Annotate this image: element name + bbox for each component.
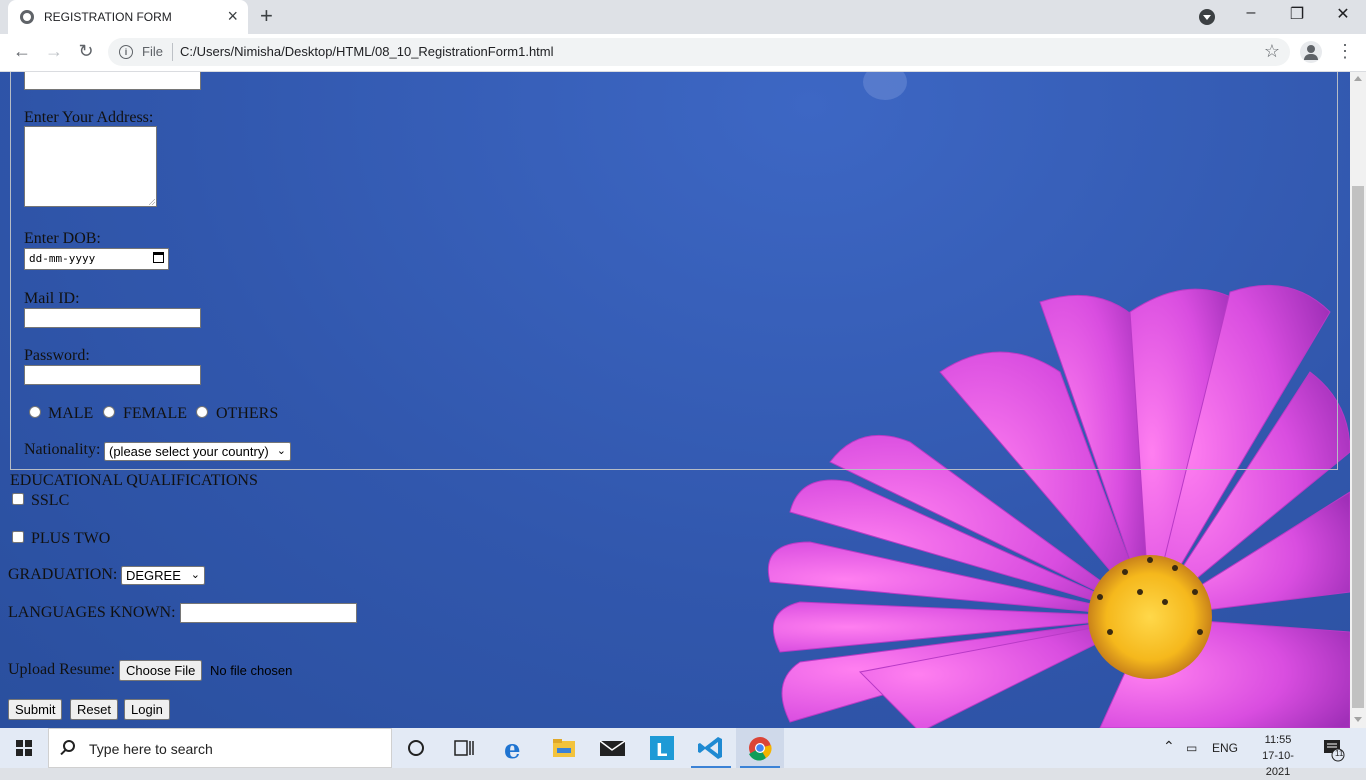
menu-kebab-icon[interactable]: ⋮	[1336, 42, 1354, 60]
languages-label: LANGUAGES KNOWN:	[8, 604, 176, 621]
mail-icon[interactable]	[588, 728, 636, 768]
info-icon[interactable]: i	[119, 45, 133, 59]
no-file-text: No file chosen	[210, 663, 293, 678]
url-text[interactable]: C:/Users/Nimisha/Desktop/HTML/08_10_Regi…	[180, 44, 554, 59]
personal-details-fieldset	[10, 72, 1338, 470]
page-viewport: Enter Your Address: Enter DOB: dd-mm-yyy…	[0, 72, 1350, 728]
svg-text:e: e	[504, 735, 521, 765]
education-heading: EDUCATIONAL QUALIFICATIONS	[10, 472, 258, 489]
new-tab-button[interactable]: +	[260, 5, 273, 27]
windows-logo-icon	[16, 740, 32, 756]
scroll-up-icon[interactable]	[1354, 76, 1362, 81]
show-hidden-icons-chevron-icon[interactable]: ⌃	[1163, 738, 1175, 755]
globe-icon	[20, 10, 34, 24]
resume-label: Upload Resume:	[8, 661, 116, 678]
forward-icon[interactable]: →	[42, 41, 66, 62]
address-label: Enter Your Address:	[24, 109, 154, 126]
action-center-icon[interactable]: 11	[1310, 728, 1350, 768]
vscode-icon[interactable]	[687, 728, 735, 768]
svg-text:L: L	[656, 740, 667, 761]
languages-input[interactable]	[180, 603, 357, 623]
resize-grip-icon[interactable]	[149, 199, 155, 205]
choose-file-button[interactable]: Choose File	[119, 660, 203, 681]
notification-count: 11	[1335, 749, 1344, 758]
chevron-down-icon: ⌄	[276, 445, 286, 457]
page-scrollbar[interactable]	[1350, 72, 1366, 728]
gender-others-label: OTHERS	[216, 405, 279, 422]
close-window-button[interactable]: ✕	[1320, 4, 1366, 24]
cortana-icon[interactable]	[392, 728, 440, 768]
browser-tab[interactable]: REGISTRATION FORM ×	[8, 0, 248, 34]
sslc-label: SSLC	[31, 492, 70, 509]
windows-start-button[interactable]	[0, 728, 48, 768]
checkbox-plus-two[interactable]	[12, 531, 24, 543]
scroll-down-icon[interactable]	[1354, 717, 1362, 722]
graduation-value: DEGREE	[126, 568, 181, 583]
nationality-value: (please select your country)	[109, 444, 269, 459]
restore-button[interactable]: ❐	[1274, 4, 1320, 24]
taskbar-search-placeholder: Type here to search	[89, 741, 213, 757]
profile-avatar-icon[interactable]	[1300, 41, 1322, 63]
minimize-button[interactable]: –	[1228, 4, 1274, 22]
address-bar[interactable]: i File C:/Users/Nimisha/Desktop/HTML/08_…	[108, 38, 1290, 66]
edge-browser-icon[interactable]: e	[490, 728, 538, 768]
language-indicator[interactable]: ENG	[1212, 741, 1238, 755]
url-divider	[172, 43, 173, 61]
reload-icon[interactable]: ↻	[74, 41, 98, 62]
nationality-select[interactable]: (please select your country) ⌄	[104, 442, 291, 461]
calendar-icon[interactable]	[153, 252, 164, 263]
graduation-label: GRADUATION:	[8, 566, 118, 583]
mail-input[interactable]	[24, 308, 201, 328]
chrome-icon[interactable]	[736, 728, 784, 768]
mail-label: Mail ID:	[24, 290, 80, 307]
taskbar: Type here to search e L ⌃ ▭ ENG 11:55 17…	[0, 728, 1366, 778]
nationality-label: Nationality:	[24, 441, 101, 458]
password-label: Password:	[24, 347, 90, 364]
gender-male-label: MALE	[48, 405, 94, 422]
plus-two-label: PLUS TWO	[31, 530, 111, 547]
taskbar-clock[interactable]: 11:55 17-10-2021	[1258, 732, 1298, 780]
dob-placeholder: dd-mm-yyyy	[29, 252, 96, 265]
address-textarea[interactable]	[24, 126, 157, 207]
network-icon[interactable]: ▭	[1186, 741, 1197, 755]
radio-female[interactable]	[103, 406, 115, 418]
radio-others[interactable]	[196, 406, 208, 418]
dob-input[interactable]: dd-mm-yyyy	[24, 248, 169, 270]
task-view-icon[interactable]	[440, 728, 488, 768]
taskbar-search-box[interactable]: Type here to search	[48, 728, 392, 768]
clock-date: 17-10-2021	[1262, 750, 1294, 778]
name-input[interactable]	[24, 72, 201, 90]
reset-button[interactable]: Reset	[70, 699, 118, 720]
close-tab-icon[interactable]: ×	[227, 7, 238, 25]
graduation-select[interactable]: DEGREE ⌄	[121, 566, 205, 585]
tab-strip: REGISTRATION FORM × + – ❐ ✕	[0, 0, 1366, 34]
clock-time: 11:55	[1264, 734, 1292, 746]
url-scheme-label: File	[142, 44, 163, 59]
submit-button[interactable]: Submit	[8, 699, 63, 720]
gender-female-label: FEMALE	[123, 405, 187, 422]
browser-toolbar: ← → ↻ i File C:/Users/Nimisha/Desktop/HT…	[0, 34, 1366, 72]
back-icon[interactable]: ←	[10, 41, 34, 62]
search-icon	[63, 740, 75, 752]
tab-title: REGISTRATION FORM	[44, 10, 172, 24]
radio-male[interactable]	[29, 406, 41, 418]
file-explorer-icon[interactable]	[540, 728, 588, 768]
bookmark-star-icon[interactable]: ☆	[1264, 41, 1280, 62]
login-button[interactable]: Login	[124, 699, 170, 720]
password-input[interactable]	[24, 365, 201, 385]
l-app-icon[interactable]: L	[638, 728, 686, 768]
checkbox-sslc[interactable]	[12, 493, 24, 505]
scrollbar-thumb[interactable]	[1352, 186, 1364, 708]
chevron-down-icon: ⌄	[190, 569, 200, 581]
tab-search-icon[interactable]	[1199, 9, 1215, 25]
dob-label: Enter DOB:	[24, 230, 101, 247]
